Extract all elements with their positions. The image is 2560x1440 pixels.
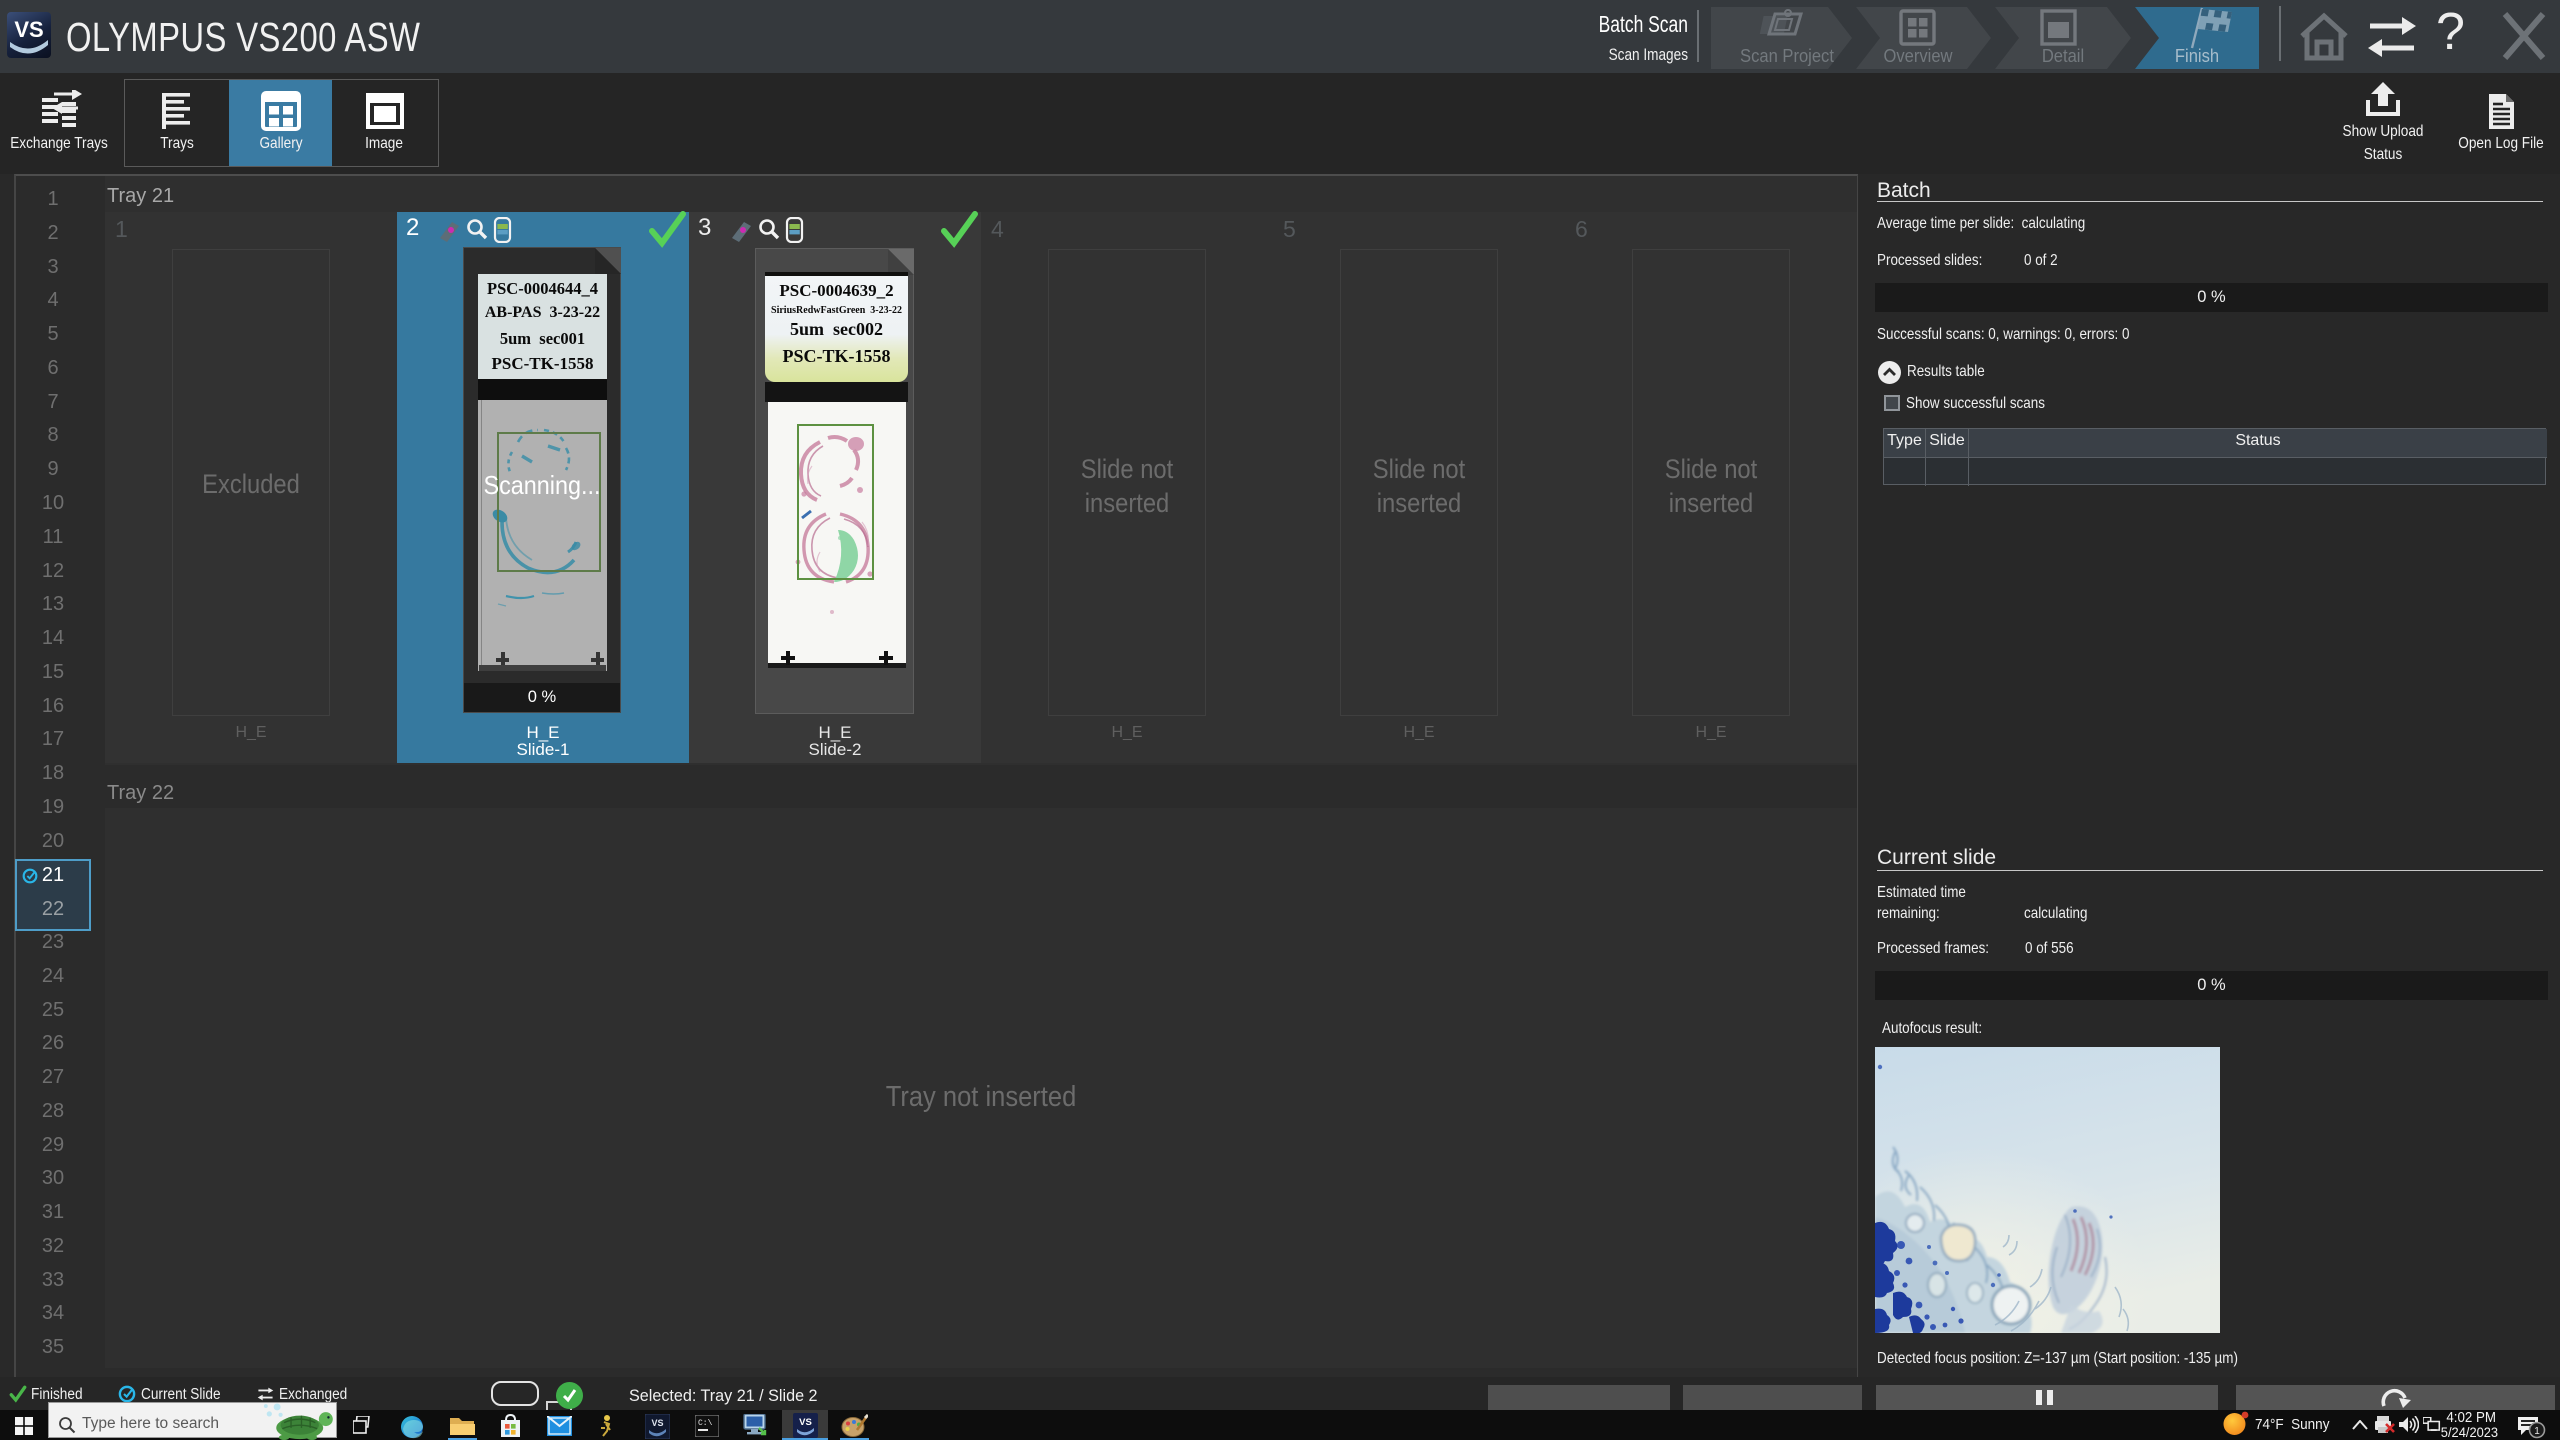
svg-text:VS: VS bbox=[651, 1418, 663, 1428]
svg-text:1: 1 bbox=[2534, 1426, 2540, 1437]
svg-text:VS: VS bbox=[799, 1417, 812, 1428]
svg-text:C:\: C:\ bbox=[698, 1419, 713, 1428]
